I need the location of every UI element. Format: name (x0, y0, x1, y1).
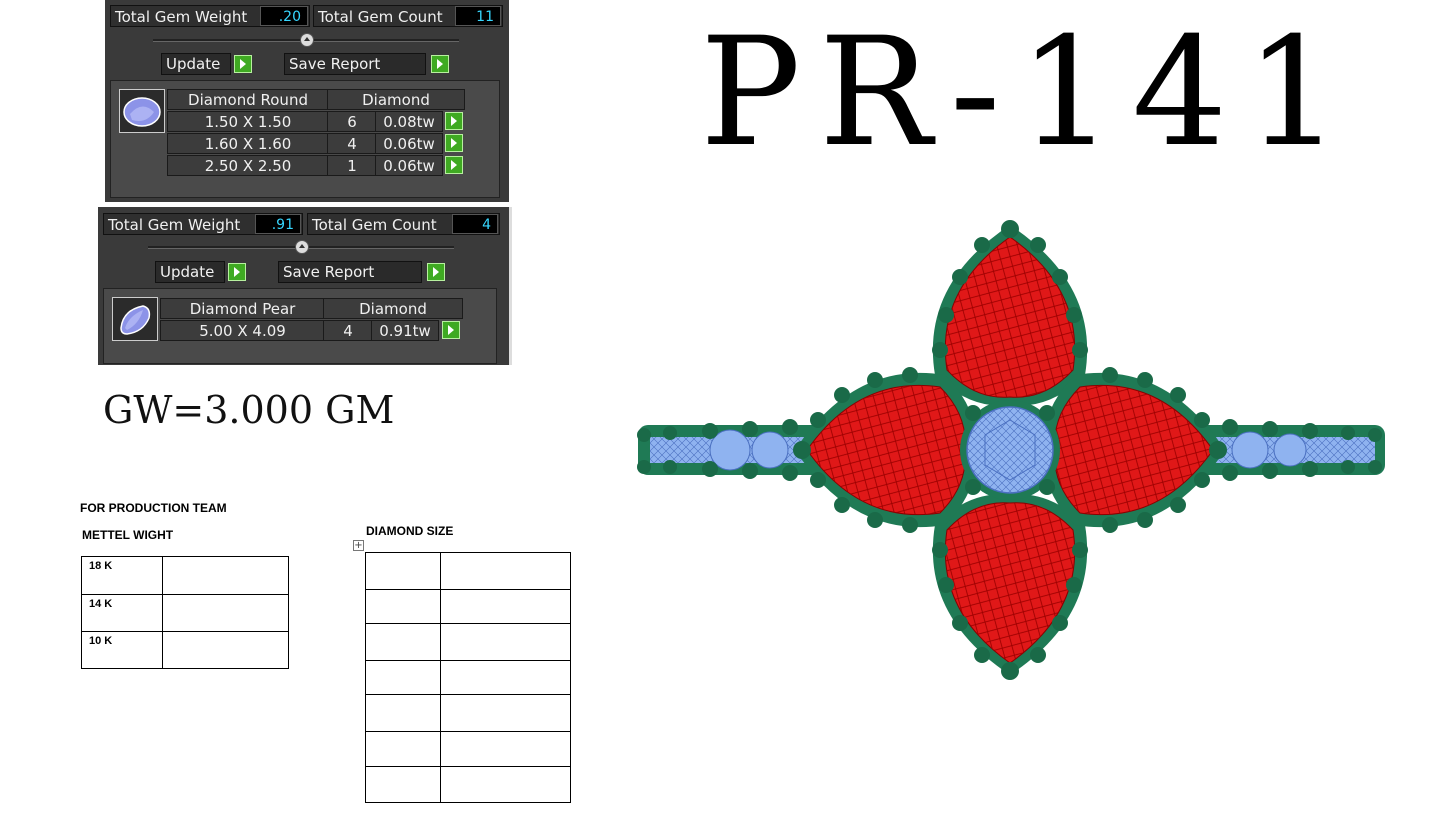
metal-weight-heading: METTEL WIGHT (82, 528, 174, 542)
table-header-shape: Diamond Pear (160, 298, 325, 319)
table-cell-count: 4 (327, 133, 377, 154)
gem-table-area: Diamond Pear Diamond 5.00 X 4.09 4 0.91t… (103, 288, 497, 364)
table-cell-weight: 0.08tw (375, 111, 443, 132)
table-cell-count: 1 (327, 155, 377, 176)
total-gem-count-value: 11 (455, 6, 501, 26)
production-heading: FOR PRODUCTION TEAM (80, 501, 227, 515)
table-cell-size: 1.50 X 1.50 (167, 111, 329, 132)
gem-report-panel-pear: Total Gem Weight .91 Total Gem Count 4 U… (98, 207, 512, 365)
diamond-size-table (365, 552, 571, 803)
gross-weight-note: GW=3.000 GM (103, 388, 395, 432)
total-gem-weight-value: .20 (260, 6, 308, 26)
diamond-count-cell[interactable] (440, 766, 571, 803)
update-go-icon[interactable] (228, 263, 246, 281)
table-cell-size: 2.50 X 2.50 (167, 155, 329, 176)
total-gem-weight-value: .91 (255, 214, 301, 234)
metal-weight-cell[interactable] (162, 631, 289, 669)
round-diamond-icon (119, 89, 165, 133)
diamond-count-cell[interactable] (440, 623, 571, 661)
row-go-icon[interactable] (442, 321, 460, 339)
row-go-icon[interactable] (445, 112, 463, 130)
slider-handle[interactable] (300, 33, 314, 47)
table-header-material: Diamond (327, 89, 465, 110)
gem-report-panel-round: Total Gem Weight .20 Total Gem Count 11 … (105, 0, 509, 202)
diamond-count-cell[interactable] (440, 660, 571, 695)
diamond-size-cell[interactable] (365, 660, 441, 695)
table-header-shape: Diamond Round (167, 89, 329, 110)
save-report-go-icon[interactable] (427, 263, 445, 281)
table-cell-count: 6 (327, 111, 377, 132)
ring-render (637, 220, 1385, 680)
pear-diamond-icon (112, 297, 158, 341)
table-cell-count: 4 (323, 320, 373, 341)
diamond-size-cell[interactable] (365, 589, 441, 624)
diamond-size-cell[interactable] (365, 623, 441, 661)
table-cell-size: 1.60 X 1.60 (167, 133, 329, 154)
design-code-title: PR-141 (700, 6, 1359, 180)
save-report-go-icon[interactable] (431, 55, 449, 73)
diamond-count-cell[interactable] (440, 694, 571, 732)
table-cell-weight: 0.91tw (371, 320, 439, 341)
diamond-count-cell[interactable] (440, 589, 571, 624)
total-gem-count-value: 4 (452, 214, 498, 234)
metal-karat-cell: 10 K (81, 631, 163, 669)
update-button[interactable]: Update (155, 261, 225, 283)
diamond-size-cell[interactable] (365, 694, 441, 732)
diamond-count-cell[interactable] (440, 731, 571, 767)
metal-weight-cell[interactable] (162, 594, 289, 632)
metal-weight-cell[interactable] (162, 556, 289, 595)
metal-karat-cell: 14 K (81, 594, 163, 632)
table-cell-weight: 0.06tw (375, 155, 443, 176)
table-cell-size: 5.00 X 4.09 (160, 320, 325, 341)
table-header-material: Diamond (323, 298, 463, 319)
metal-karat-cell: 18 K (81, 556, 163, 595)
diamond-size-cell[interactable] (365, 731, 441, 767)
diamond-size-cell[interactable] (365, 766, 441, 803)
save-report-button[interactable]: Save Report (284, 53, 426, 75)
row-go-icon[interactable] (445, 156, 463, 174)
table-cell-weight: 0.06tw (375, 133, 443, 154)
update-go-icon[interactable] (234, 55, 252, 73)
row-go-icon[interactable] (445, 134, 463, 152)
slider-handle[interactable] (295, 240, 309, 254)
table-move-handle-icon[interactable]: + (353, 540, 364, 551)
save-report-button[interactable]: Save Report (278, 261, 422, 283)
diamond-size-cell[interactable] (365, 552, 441, 590)
diamond-size-heading: DIAMOND SIZE (366, 524, 454, 538)
metal-weight-table: 18 K 14 K 10 K (81, 556, 289, 669)
update-button[interactable]: Update (161, 53, 231, 75)
diamond-count-cell[interactable] (440, 552, 571, 590)
gem-table-area: Diamond Round Diamond 1.50 X 1.50 6 0.08… (110, 80, 500, 198)
